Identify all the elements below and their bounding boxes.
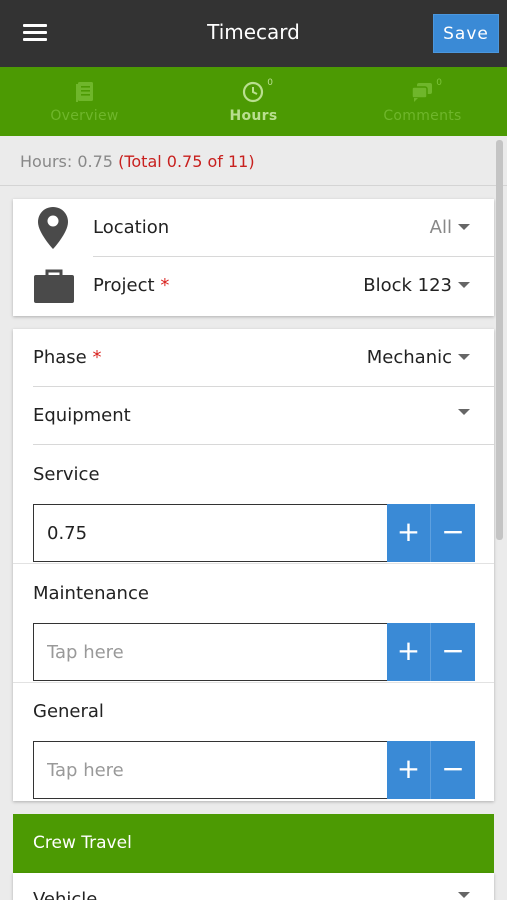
project-value[interactable]: Block 123 (363, 275, 470, 296)
crew-travel-header[interactable]: Crew Travel (13, 814, 494, 873)
tab-comments-label: Comments (383, 108, 462, 124)
equipment-label: Equipment (33, 405, 131, 426)
service-stepper: + − (33, 504, 475, 562)
tab-hours[interactable]: 0 Hours (169, 67, 338, 136)
required-mark: * (160, 275, 170, 296)
crew-travel-card: Vehicle (13, 873, 494, 900)
document-icon (75, 82, 93, 102)
vehicle-label: Vehicle (33, 889, 98, 900)
location-value[interactable]: All (430, 217, 470, 238)
location-project-card: Location All Project * Block 123 (13, 199, 494, 316)
service-plus-button[interactable]: + (387, 504, 431, 562)
project-row[interactable]: Project * Block 123 (13, 257, 494, 315)
hours-card: Phase * Mechanic Equipment Service + − M… (13, 329, 494, 801)
phase-value-text: Mechanic (366, 347, 452, 368)
chat-bubbles-icon (410, 83, 432, 102)
chevron-down-icon[interactable] (458, 892, 470, 898)
divider (13, 682, 494, 683)
location-value-text: All (429, 217, 452, 238)
maintenance-plus-button[interactable]: + (387, 623, 431, 681)
maintenance-label: Maintenance (33, 583, 149, 604)
phase-label-text: Phase (33, 347, 87, 368)
chevron-down-icon (458, 223, 470, 230)
maintenance-minus-button[interactable]: − (431, 623, 475, 681)
hours-total: (Total 0.75 of 11) (118, 152, 255, 171)
general-minus-button[interactable]: − (431, 741, 475, 799)
service-input[interactable] (33, 504, 388, 562)
chevron-down-icon (458, 281, 470, 288)
phase-label: Phase * (33, 347, 101, 368)
hours-text: Hours: 0.75 (20, 152, 113, 171)
save-button[interactable]: Save (433, 14, 499, 53)
chevron-down-icon (458, 353, 470, 360)
clock-icon (242, 81, 263, 103)
location-row[interactable]: Location All (13, 199, 494, 257)
required-mark: * (92, 347, 102, 368)
briefcase-icon (34, 269, 74, 303)
tab-overview-label: Overview (50, 108, 119, 124)
project-value-text: Block 123 (363, 275, 452, 296)
page-title: Timecard (207, 20, 300, 44)
map-pin-icon (38, 207, 68, 249)
location-label: Location (93, 217, 170, 238)
hamburger-menu-icon[interactable] (22, 22, 48, 44)
general-stepper: + − (33, 741, 475, 799)
project-label-text: Project (93, 275, 155, 296)
scrollbar[interactable] (496, 140, 503, 540)
hours-summary: Hours: 0.75 (Total 0.75 of 11) (0, 136, 507, 186)
tab-hours-badge: 0 (267, 78, 273, 88)
vehicle-row[interactable]: Vehicle (13, 873, 494, 900)
divider (33, 444, 494, 445)
service-label: Service (33, 464, 100, 485)
general-plus-button[interactable]: + (387, 741, 431, 799)
phase-row[interactable]: Phase * Mechanic (13, 329, 494, 387)
equipment-row[interactable]: Equipment (13, 387, 494, 445)
chevron-down-icon[interactable] (458, 409, 470, 415)
service-minus-button[interactable]: − (431, 504, 475, 562)
maintenance-stepper: + − (33, 623, 475, 681)
maintenance-input[interactable] (33, 623, 388, 681)
tab-comments-badge: 0 (436, 78, 442, 88)
top-app-bar: Timecard Save (0, 0, 507, 67)
tab-overview[interactable]: Overview (0, 67, 169, 136)
tab-bar: Overview 0 Hours 0 Comments (0, 67, 507, 136)
divider (13, 563, 494, 564)
phase-value[interactable]: Mechanic (367, 347, 470, 368)
general-input[interactable] (33, 741, 388, 799)
tab-hours-label: Hours (229, 108, 278, 124)
tab-comments[interactable]: 0 Comments (338, 67, 507, 136)
general-label: General (33, 701, 104, 722)
project-label: Project * (93, 275, 169, 296)
